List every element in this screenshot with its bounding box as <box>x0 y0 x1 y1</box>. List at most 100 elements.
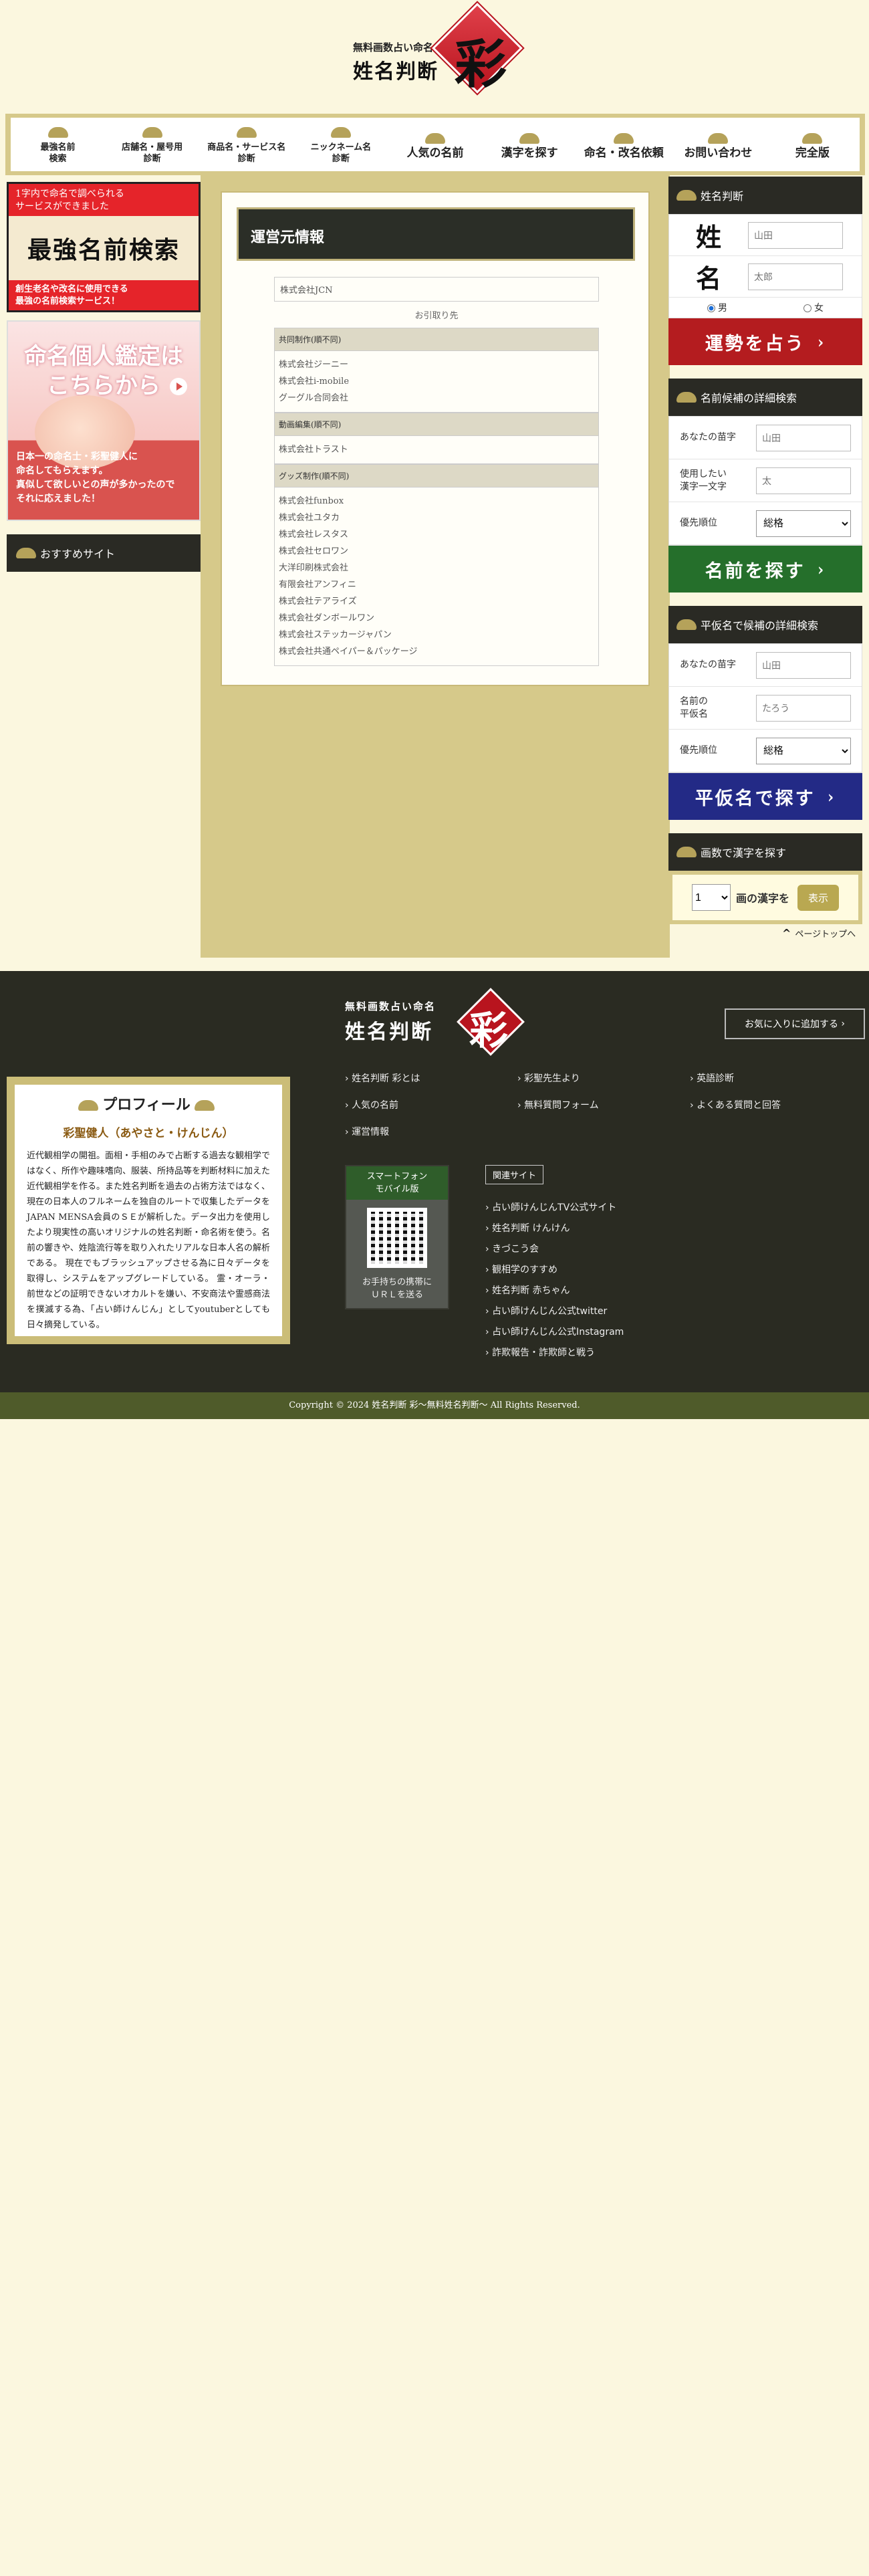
related-link[interactable]: 占い師けんじんTV公式サイト <box>485 1198 726 1218</box>
stroke-count-select[interactable]: 1 <box>691 884 731 911</box>
nav-naming-request[interactable]: 命名・改名依頼 <box>577 118 671 171</box>
fan-icon <box>802 132 823 144</box>
related-link[interactable]: 姓名判断 けんけん <box>485 1218 726 1239</box>
operator-info-panel: 運営元情報 株式会社JCN お引取り先 共同制作(順不同) 株式会社ジーニー 株… <box>221 191 650 686</box>
play-icon <box>170 378 187 395</box>
profile-description: 近代観相学の開祖。面相・手相のみで占断する過去な観相学ではなく、所作や趣味嗜向、… <box>27 1151 271 1330</box>
find-name-button-label: 名前を探す <box>705 560 805 582</box>
surname-row: 姓 <box>669 215 862 256</box>
kana-priority-select[interactable]: 総格 <box>756 737 851 764</box>
footer-link[interactable]: 姓名判断 彩とは <box>345 1071 517 1085</box>
chevron-right-icon: › <box>827 786 836 807</box>
kana-surname-row: あなたの苗字 <box>669 644 862 687</box>
footer-logo-subtitle: 無料画数占い命名 <box>345 1000 437 1012</box>
detail-search-title: 名前候補の詳細検索 <box>701 392 797 405</box>
related-link[interactable]: 占い師けんじん公式Instagram <box>485 1322 726 1343</box>
qr-heading: スマートフォン モバイル版 <box>346 1166 448 1200</box>
qr-code-icon <box>367 1208 427 1268</box>
site-logo[interactable]: 無料画数占い命名 姓名判断 彩 <box>353 3 523 100</box>
detail-priority-label: 優先順位 <box>680 518 717 528</box>
fortune-button[interactable]: 運勢を占う › <box>668 318 862 365</box>
banner-body-text: 日本一の命名士・彩聖健人に 命名してもらえます。 真似して欲しいとの声が多かった… <box>16 451 175 504</box>
mobile-qr-box[interactable]: スマートフォン モバイル版 お手持ちの携帯に ＵＲＬを送る <box>345 1165 449 1309</box>
right-sidebar: 姓名判断 姓 名 男 女 運勢を占う › 名前候補の詳細検索 あなたの苗字 使用し… <box>668 177 862 924</box>
related-link[interactable]: 詐欺報告・詐欺師と戦う <box>485 1343 726 1364</box>
nav-strongest-search[interactable]: 最強名前 検索 <box>11 118 105 171</box>
seimei-widget: 姓 名 男 女 <box>668 214 862 318</box>
nav-full-version[interactable]: 完全版 <box>765 118 860 171</box>
recommended-sites-label: おすすめサイト <box>40 548 116 560</box>
gender-selector: 男 女 <box>669 298 862 318</box>
fan-icon <box>142 127 162 138</box>
nav-label: 店舗名・屋号用 診断 <box>122 142 183 164</box>
gender-female-option[interactable]: 女 <box>803 301 824 314</box>
page-title: 運営元情報 <box>237 207 635 261</box>
strongest-search-banner[interactable]: 1字内で命名で調べられる サービスができました 最強名前検索 創生老名や改名に使… <box>7 182 201 312</box>
personal-naming-banner[interactable]: 命名個人鑑定は こちらから 日本一の命名士・彩聖健人に 命名してもらえます。 真… <box>7 320 201 521</box>
surname-input[interactable] <box>748 221 843 249</box>
kana-surname-label: あなたの苗字 <box>680 659 736 670</box>
partner-item: 株式会社ジーニー <box>279 360 349 370</box>
detail-priority-select[interactable]: 総格 <box>756 510 851 537</box>
footer-link[interactable]: 英語診断 <box>690 1071 860 1085</box>
detail-kanji-label: 使用したい 漢字一文字 <box>680 468 727 492</box>
given-name-row: 名 <box>669 256 862 298</box>
profile-heading-text: プロフィール <box>102 1096 191 1113</box>
detail-kanji-input[interactable] <box>756 467 851 494</box>
nav-contact[interactable]: お問い合わせ <box>671 118 765 171</box>
nav-label: 最強名前 検索 <box>40 142 76 164</box>
logo-title: 姓名判断 <box>353 60 439 84</box>
given-name-input[interactable] <box>748 263 843 290</box>
nav-shop-name[interactable]: 店舗名・屋号用 診断 <box>105 118 199 171</box>
footer-link[interactable]: 彩聖先生より <box>517 1071 690 1085</box>
seimei-widget-title: 姓名判断 <box>701 190 744 203</box>
kana-name-input[interactable] <box>756 694 851 722</box>
banner-heading: 命名個人鑑定は こちらから <box>24 343 183 399</box>
partner-item: 株式会社セロワン <box>279 546 349 556</box>
find-by-kana-button[interactable]: 平仮名で探す › <box>668 773 862 820</box>
related-link[interactable]: 占い師けんじん公式twitter <box>485 1301 726 1322</box>
gender-male-option[interactable]: 男 <box>707 301 727 314</box>
fan-icon <box>330 127 351 138</box>
footer-logo[interactable]: 無料画数占い命名 姓名判断 彩 <box>345 986 525 1056</box>
detail-priority-row: 優先順位 総格 <box>669 502 862 545</box>
nav-popular-names[interactable]: 人気の名前 <box>388 118 482 171</box>
copyright: Copyright © 2024 姓名判断 彩〜無料姓名判断〜 All Righ… <box>0 1392 869 1419</box>
footer-logo-ai-character: 彩 <box>469 1008 509 1053</box>
find-name-button[interactable]: 名前を探す › <box>668 546 862 593</box>
main-content: 運営元情報 株式会社JCN お引取り先 共同制作(順不同) 株式会社ジーニー 株… <box>201 175 670 958</box>
fan-icon <box>519 132 540 144</box>
related-link[interactable]: 観相学のすすめ <box>485 1260 726 1281</box>
related-link[interactable]: きづこう会 <box>485 1239 726 1260</box>
nav-label: 人気の名前 <box>406 146 464 160</box>
related-link[interactable]: 姓名判断 赤ちゃん <box>485 1281 726 1301</box>
partner-item: 株式会社funbox <box>279 496 344 506</box>
section-body: 株式会社ジーニー 株式会社i-mobile グーグル合同会社 <box>274 351 599 413</box>
radio-unchecked-icon[interactable] <box>803 304 812 312</box>
given-name-label: 名 <box>695 263 721 294</box>
radio-checked-icon[interactable] <box>707 304 715 312</box>
partner-item: 株式会社ステッカージャパン <box>279 630 392 640</box>
nav-label: 商品名・サービス名 診断 <box>207 142 286 164</box>
nav-label: お問い合わせ <box>684 146 753 160</box>
footer-link[interactable]: よくある質問と回答 <box>690 1098 860 1111</box>
page-top-link[interactable]: ^ ページトップへ <box>782 927 856 940</box>
footer-link[interactable]: 人気の名前 <box>345 1098 517 1111</box>
footer-link[interactable]: 無料質問フォーム <box>517 1098 690 1111</box>
kana-search-header: 平仮名で候補の詳細検索 <box>668 606 862 643</box>
nav-nickname[interactable]: ニックネーム名 診断 <box>293 118 388 171</box>
show-kanji-button[interactable]: 表示 <box>797 884 840 911</box>
banner-title: 最強名前検索 <box>27 236 180 264</box>
kana-surname-input[interactable] <box>756 651 851 679</box>
add-to-favorites-button[interactable]: お気に入りに追加する › <box>725 1008 865 1039</box>
nav-find-kanji[interactable]: 漢字を探す <box>483 118 577 171</box>
nav-product-name[interactable]: 商品名・サービス名 診断 <box>199 118 293 171</box>
logo-ai-character: 彩 <box>455 34 507 95</box>
fan-icon <box>676 619 697 630</box>
kana-name-label: 名前の 平仮名 <box>680 695 708 720</box>
section-head: 共同制作(順不同) <box>274 328 599 351</box>
fortune-button-label: 運勢を占う <box>705 333 805 354</box>
banner-top-text: 1字内で命名で調べられる サービスができました <box>9 184 199 216</box>
footer-link[interactable]: 運営情報 <box>345 1125 517 1138</box>
detail-surname-input[interactable] <box>756 424 851 451</box>
